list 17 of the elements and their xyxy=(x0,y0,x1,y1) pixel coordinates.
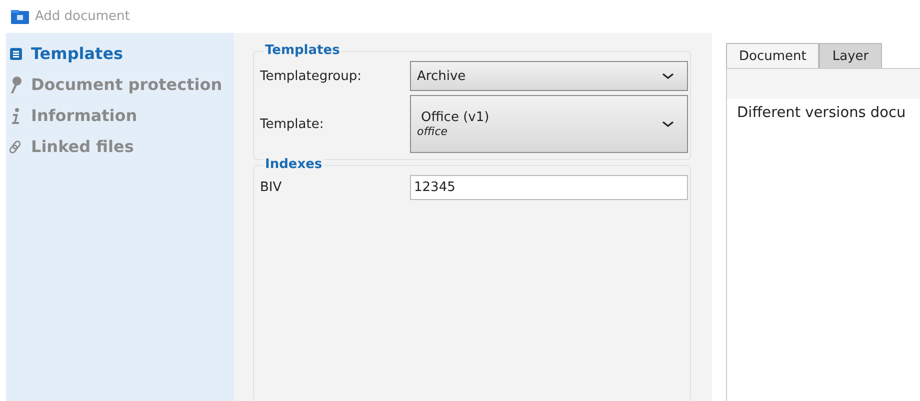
field-label: BIV xyxy=(260,180,283,195)
key-icon xyxy=(8,76,24,94)
group-title: Templates xyxy=(263,43,342,58)
description-text: Different versions docu xyxy=(736,104,907,121)
window-title: Add document xyxy=(35,9,130,24)
sidebar-item[interactable]: Templates xyxy=(6,38,234,69)
chevron-down-icon xyxy=(662,120,674,128)
dropdown[interactable]: Archive xyxy=(410,61,688,91)
document-icon xyxy=(8,46,24,60)
tab[interactable]: Layer xyxy=(819,43,882,68)
input-field[interactable]: 12345 xyxy=(410,175,688,200)
app-icon xyxy=(11,10,29,24)
dropdown[interactable]: Office (v1) office xyxy=(410,95,688,153)
field-label: Templategroup: xyxy=(260,68,362,84)
chevron-down-icon xyxy=(662,72,674,80)
tab[interactable]: Document xyxy=(726,43,820,68)
field-label: Template: xyxy=(260,116,325,132)
